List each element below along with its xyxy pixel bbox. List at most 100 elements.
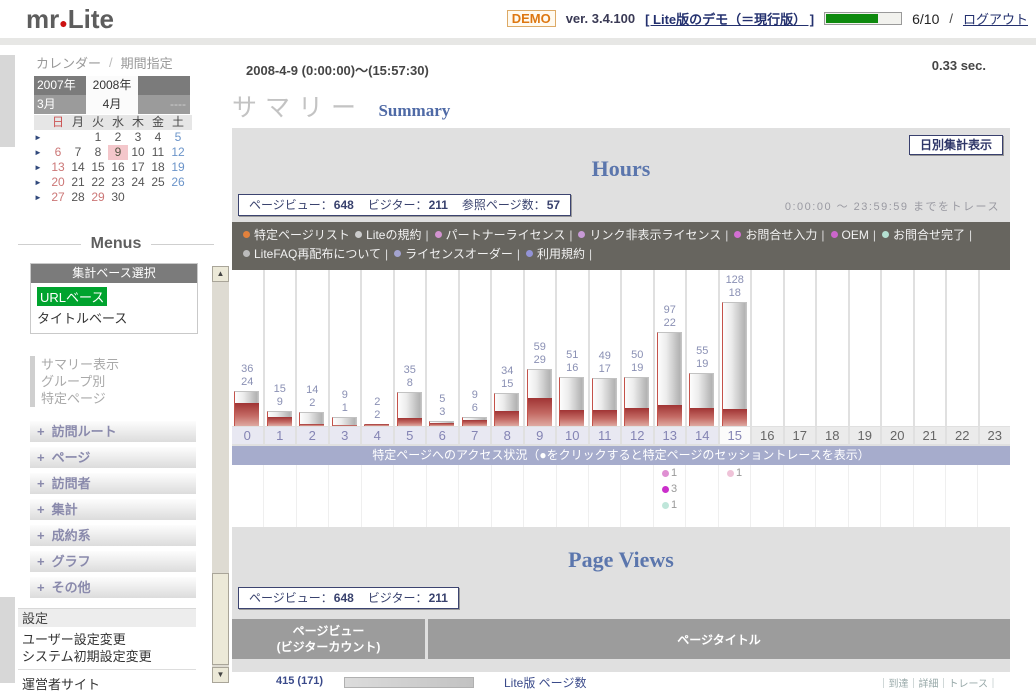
calendar-day[interactable]: 2 — [108, 130, 128, 145]
hour-axis-label[interactable]: 6 — [427, 427, 458, 444]
pageview-bar[interactable] — [397, 392, 422, 426]
pageview-bar[interactable] — [689, 373, 714, 426]
calendar-day[interactable]: 11 — [148, 145, 168, 160]
pageview-bar[interactable] — [657, 332, 682, 426]
tracked-page-link[interactable]: Liteの規約 — [353, 228, 421, 242]
pageview-bar[interactable] — [722, 302, 747, 426]
hour-axis-label[interactable]: 18 — [817, 427, 848, 444]
pageview-bar[interactable] — [332, 417, 357, 426]
hour-axis-label[interactable]: 9 — [525, 427, 556, 444]
sidebar-view-link[interactable]: 特定ページ — [41, 390, 201, 407]
calendar-day[interactable]: 17 — [128, 160, 148, 175]
tracked-page-link[interactable]: 利用規約 — [524, 247, 585, 261]
hour-axis-label[interactable]: 13 — [655, 427, 686, 444]
hour-axis-label[interactable]: 23 — [980, 427, 1011, 444]
sidebar-accordion-item[interactable]: +ページ — [30, 447, 196, 468]
hour-axis-label[interactable]: 19 — [850, 427, 881, 444]
hour-axis-label[interactable]: 21 — [915, 427, 946, 444]
session-trace-dot[interactable]: 3 — [654, 483, 685, 495]
session-trace-dot[interactable]: 1 — [654, 467, 685, 479]
calendar-day[interactable]: 5 — [168, 130, 188, 145]
calendar-day[interactable]: 8 — [88, 145, 108, 160]
calendar-month-prev[interactable]: 3月 — [34, 95, 86, 114]
scrollbar-thumb[interactable] — [212, 573, 229, 665]
calendar-day[interactable]: 4 — [148, 130, 168, 145]
calendar-day[interactable]: 19 — [168, 160, 188, 175]
operator-site-link[interactable]: 運営者サイト — [18, 670, 196, 693]
scrollbar-down-arrow[interactable]: ▼ — [212, 667, 229, 683]
sidebar-accordion-item[interactable]: +訪問ルート — [30, 421, 196, 442]
hour-axis-label[interactable]: 22 — [947, 427, 978, 444]
hour-axis-label[interactable]: 14 — [687, 427, 718, 444]
sidebar-accordion-item[interactable]: +グラフ — [30, 551, 196, 572]
calendar-day[interactable]: 7 — [68, 145, 88, 160]
dot-icon[interactable] — [662, 486, 669, 493]
calendar-day[interactable]: 15 — [88, 160, 108, 175]
daily-summary-button[interactable]: 日別集計表示 — [909, 135, 1003, 155]
visitor-bar[interactable] — [625, 408, 649, 426]
tracked-page-link[interactable]: お問合せ完了 — [880, 228, 965, 242]
calendar-day[interactable]: 10 — [128, 145, 148, 160]
calendar-day[interactable]: 6 — [48, 145, 68, 160]
visitor-bar[interactable] — [658, 405, 682, 426]
hour-axis-label[interactable]: 16 — [752, 427, 783, 444]
visitor-bar[interactable] — [593, 410, 617, 426]
calendar-day[interactable]: 12 — [168, 145, 188, 160]
tracked-page-link[interactable]: パートナーライセンス — [433, 228, 566, 242]
visitor-bar[interactable] — [300, 424, 324, 426]
pageview-bar[interactable] — [592, 378, 617, 426]
tracked-page-link[interactable]: 特定ページリスト — [241, 228, 350, 242]
tracked-page-link[interactable]: お問合せ入力 — [732, 228, 817, 242]
tracked-page-link[interactable]: リンク非表示ライセンス — [576, 228, 721, 242]
hour-axis-label[interactable]: 17 — [785, 427, 816, 444]
pageview-bar[interactable] — [299, 412, 324, 426]
hour-axis-label[interactable]: 1 — [265, 427, 296, 444]
scrollbar-up-arrow[interactable]: ▲ — [212, 266, 229, 282]
calendar-day[interactable]: 29 — [88, 190, 108, 205]
session-trace-dot[interactable]: 1 — [719, 467, 750, 479]
calendar-day[interactable]: 25 — [148, 175, 168, 190]
calendar-year-current[interactable]: 2008年 — [86, 76, 138, 95]
logout-link[interactable]: ログアウト — [963, 9, 1028, 28]
pageview-bar[interactable] — [527, 369, 552, 426]
sidebar-accordion-item[interactable]: +成約系 — [30, 525, 196, 546]
calendar-day[interactable]: 28 — [68, 190, 88, 205]
hour-axis-label[interactable]: 3 — [330, 427, 361, 444]
visitor-bar[interactable] — [528, 398, 552, 426]
visitor-bar[interactable] — [430, 423, 454, 426]
settings-link[interactable]: システム初期設定変更 — [22, 648, 196, 665]
calendar-day[interactable]: 24 — [128, 175, 148, 190]
visitor-bar[interactable] — [333, 425, 357, 426]
visitor-bar[interactable] — [235, 403, 259, 426]
week-arrow-icon[interactable]: ► — [34, 160, 48, 175]
calendar-day[interactable]: 22 — [88, 175, 108, 190]
url-base-option[interactable]: URLベース — [37, 287, 107, 306]
hour-axis-label[interactable]: 8 — [492, 427, 523, 444]
tab-period[interactable]: 期間指定 — [121, 53, 173, 72]
tracked-page-link[interactable]: OEM — [829, 228, 869, 242]
dot-icon[interactable] — [662, 502, 669, 509]
calendar-month-current[interactable]: 4月 — [86, 95, 138, 114]
tracked-page-link[interactable]: ライセンスオーダー — [392, 247, 513, 261]
visitor-bar[interactable] — [463, 420, 487, 426]
calendar-day[interactable]: 26 — [168, 175, 188, 190]
title-base-option[interactable]: タイトルベース — [37, 308, 191, 327]
calendar-day[interactable]: 13 — [48, 160, 68, 175]
visitor-bar[interactable] — [365, 424, 389, 426]
tracked-page-link[interactable]: LiteFAQ再配布について — [241, 247, 381, 261]
hour-axis-label[interactable]: 2 — [297, 427, 328, 444]
visitor-bar[interactable] — [398, 418, 422, 426]
pageview-bar[interactable] — [429, 421, 454, 426]
settings-link[interactable]: ユーザー設定変更 — [22, 631, 196, 648]
visitor-bar[interactable] — [560, 410, 584, 426]
hour-axis-label[interactable]: 5 — [395, 427, 426, 444]
calendar-day[interactable]: 20 — [48, 175, 68, 190]
hour-axis-label[interactable]: 12 — [622, 427, 653, 444]
sidebar-view-link[interactable]: グループ別 — [41, 373, 201, 390]
dot-icon[interactable] — [662, 470, 669, 477]
pageview-bar[interactable] — [494, 393, 519, 426]
hour-axis-label[interactable]: 7 — [460, 427, 491, 444]
pageview-bar[interactable] — [234, 391, 259, 426]
hour-axis-label[interactable]: 0 — [232, 427, 263, 444]
calendar-day[interactable]: 23 — [108, 175, 128, 190]
